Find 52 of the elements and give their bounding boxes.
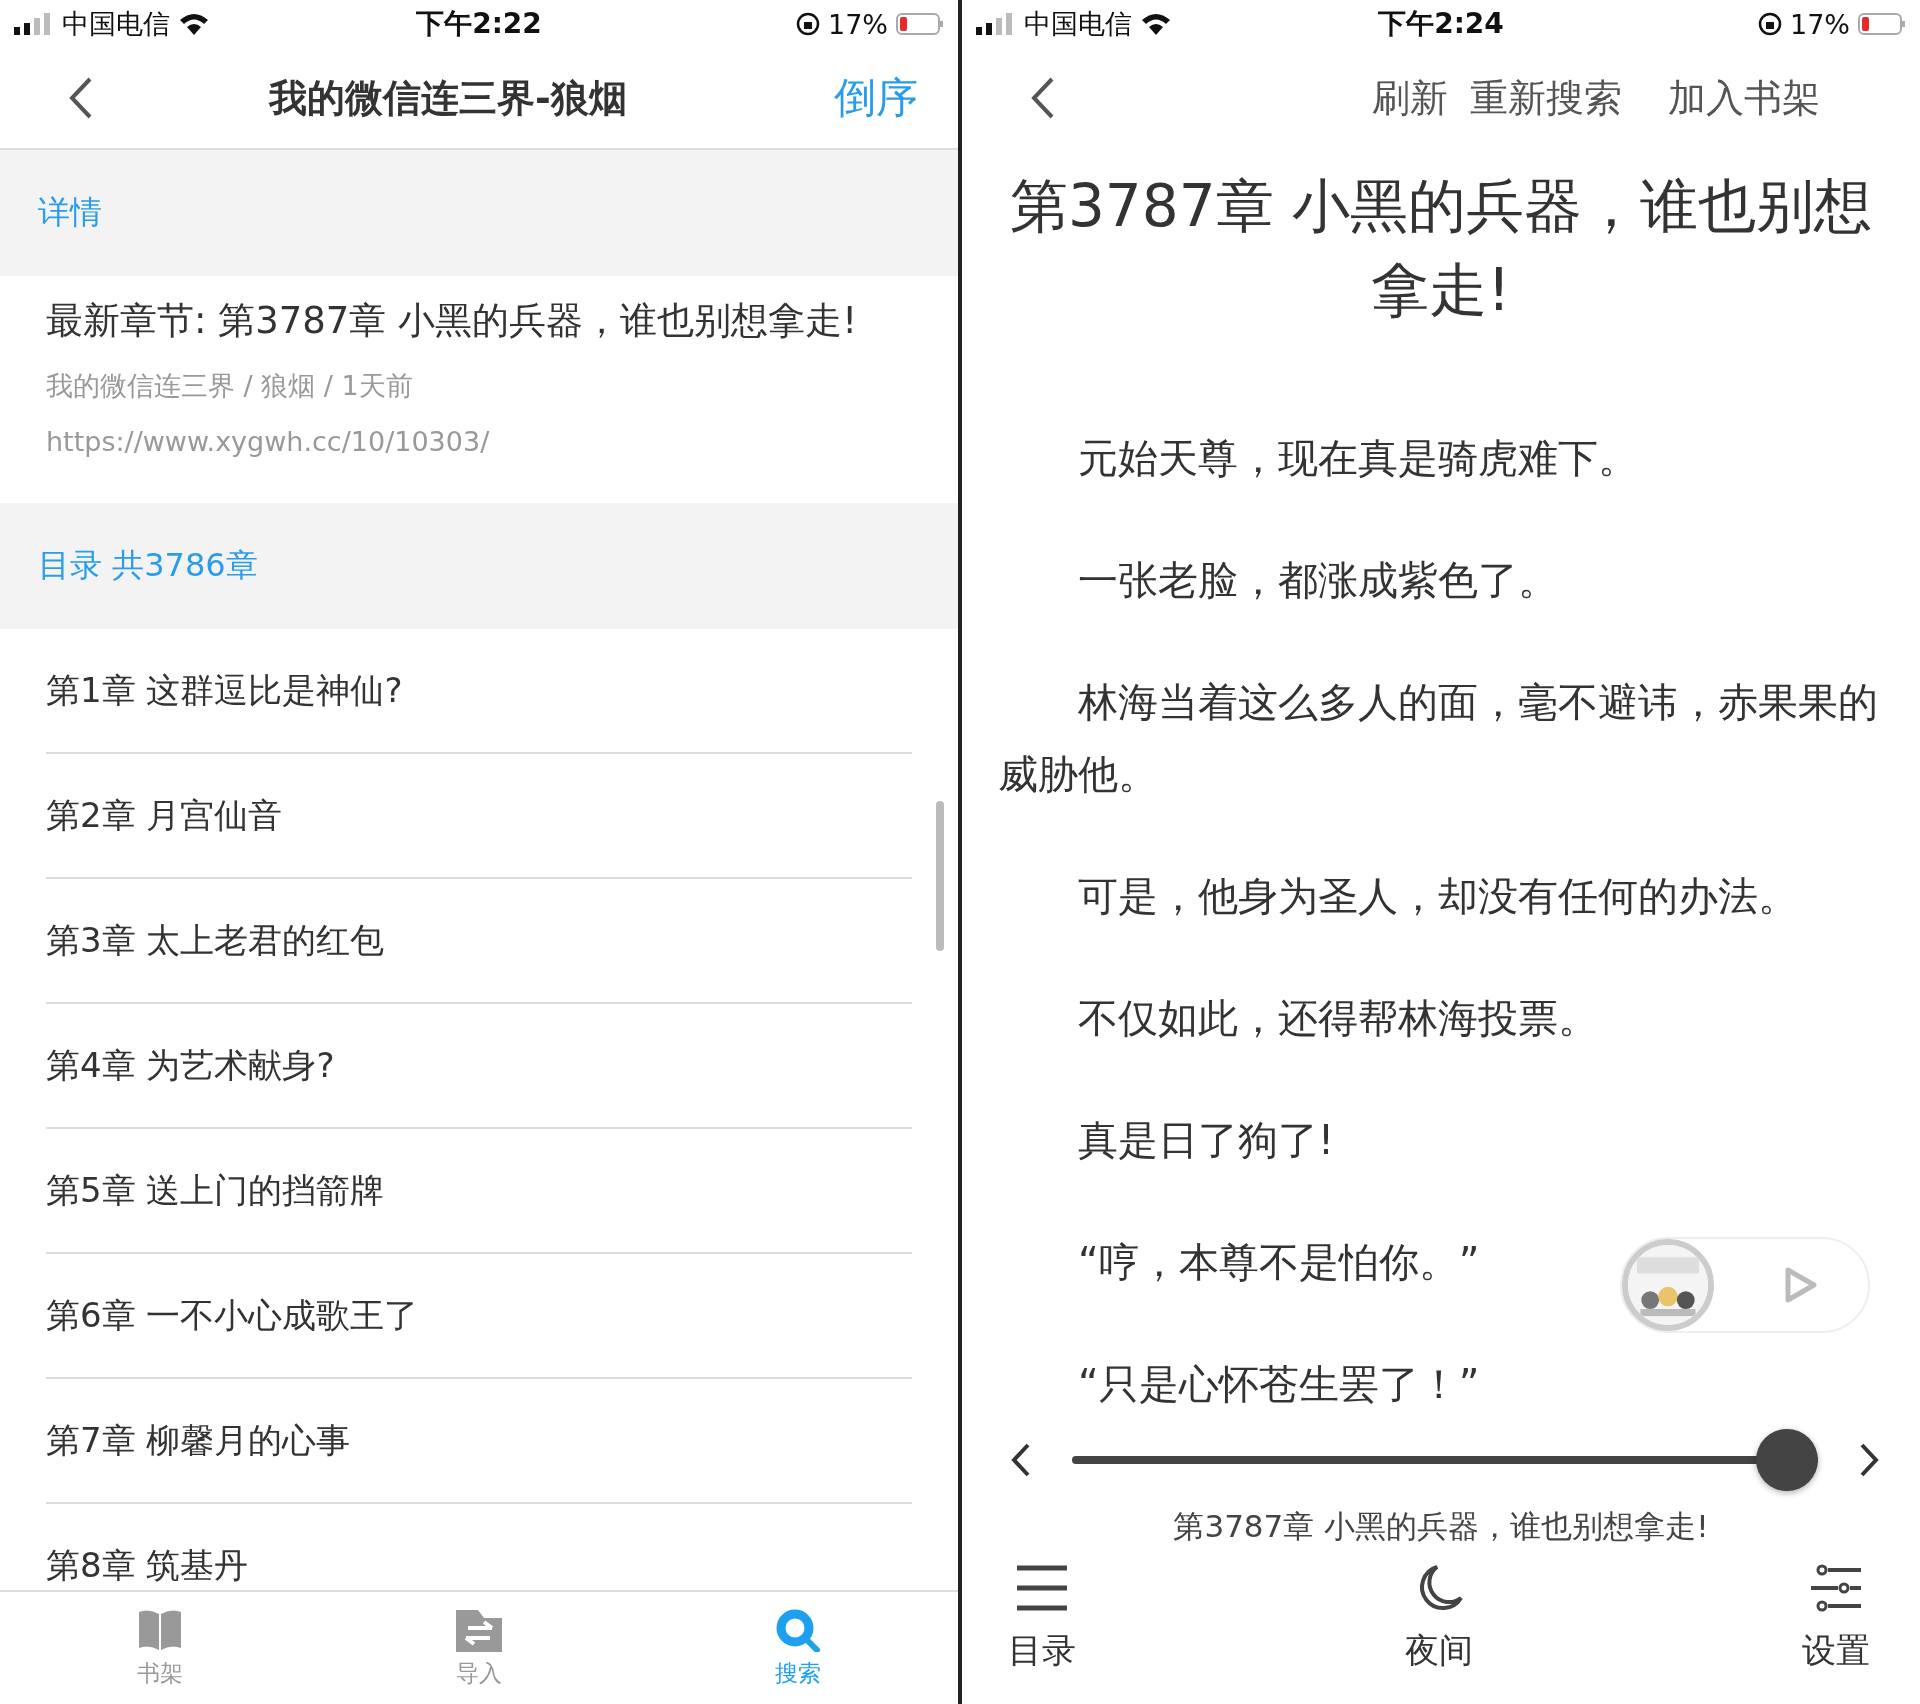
chapter-item[interactable]: 第1章 这群逗比是神仙? (46, 629, 912, 754)
previous-chapter-button[interactable] (1010, 1442, 1032, 1478)
paragraph: “哼，本尊不是怕你。” (1077, 1238, 1480, 1287)
folder-arrows-icon (454, 1607, 504, 1652)
settings-icon (1808, 1564, 1864, 1612)
nav-action[interactable]: 重新搜索 (1464, 72, 1628, 124)
chevron-left-icon (1010, 1442, 1032, 1478)
battery-percent: 17% (1790, 8, 1850, 40)
toolbar-button[interactable]: 设置 (1802, 1564, 1870, 1674)
book-title: 我的微信连三界-狼烟 (267, 74, 628, 122)
next-chapter-button[interactable] (1858, 1442, 1880, 1478)
rotation-lock-icon (1758, 12, 1782, 36)
chapter-item[interactable]: 第7章 柳馨月的心事 (46, 1379, 912, 1504)
paragraph: 真是日了狗了! (1077, 1116, 1335, 1165)
menu-icon (1014, 1564, 1070, 1612)
play-icon (1784, 1266, 1818, 1304)
battery-percent: 17% (828, 8, 888, 40)
toolbar-button[interactable]: 目录 (1008, 1564, 1076, 1674)
latest-chapter[interactable]: 最新章节: 第3787章 小黑的兵器，谁也别想拿走! (46, 296, 912, 346)
progress-slider[interactable] (1072, 1429, 1818, 1491)
paragraph: 林海当着这么多人的面，毫不避讳，赤果果的威胁他。 (998, 678, 1879, 799)
carrier-name: 中国电信 (62, 7, 170, 41)
chapter-title: 第3787章 小黑的兵器，谁也别想拿走! (1008, 171, 1873, 326)
chapter-item[interactable]: 第4章 为艺术献身? (46, 1004, 912, 1129)
chapter-item[interactable]: 第6章 一不小心成歌王了 (46, 1254, 912, 1379)
chapter-item[interactable]: 第2章 月宫仙音 (46, 754, 912, 879)
wifi-icon (178, 12, 210, 36)
back-icon (1030, 76, 1056, 120)
book-meta: 我的微信连三界 / 狼烟 / 1天前 (46, 369, 414, 403)
toolbar-button[interactable]: 夜间 (1405, 1564, 1473, 1674)
section-header: 详情 (0, 150, 958, 276)
battery-icon (896, 12, 944, 36)
chapter-item[interactable]: 第5章 送上门的挡箭牌 (46, 1129, 912, 1254)
chevron-right-icon (1858, 1442, 1880, 1478)
nav-action[interactable]: 加入书架 (1638, 72, 1850, 124)
paragraph: 元始天尊，现在真是骑虎难下。 (1077, 434, 1638, 483)
slider-thumb[interactable] (1756, 1429, 1818, 1491)
paragraph: 一张老脸，都涨成紫色了。 (1077, 556, 1558, 605)
chapter-item[interactable]: 第3章 太上老君的红包 (46, 879, 912, 1004)
wifi-icon (1140, 12, 1172, 36)
rotation-lock-icon (796, 12, 820, 36)
back-icon (68, 76, 94, 120)
current-chapter: 第3787章 小黑的兵器，谁也别想拿走! (1172, 1507, 1710, 1546)
carrier-name: 中国电信 (1024, 7, 1132, 41)
paragraph: 可是，他身为圣人，却没有任何的办法。 (1077, 872, 1798, 921)
paragraph: 不仅如此，还得帮林海投票。 (1077, 994, 1598, 1043)
battery-icon (1858, 12, 1906, 36)
clock-time: 下午2:24 (1377, 6, 1505, 42)
section-header: 目录 共3786章 (0, 503, 958, 629)
nav-action[interactable]: 刷新 (1366, 72, 1454, 124)
clock-time: 下午2:22 (415, 6, 543, 42)
paragraph: “只是心怀苍生罢了！” (1077, 1360, 1480, 1409)
